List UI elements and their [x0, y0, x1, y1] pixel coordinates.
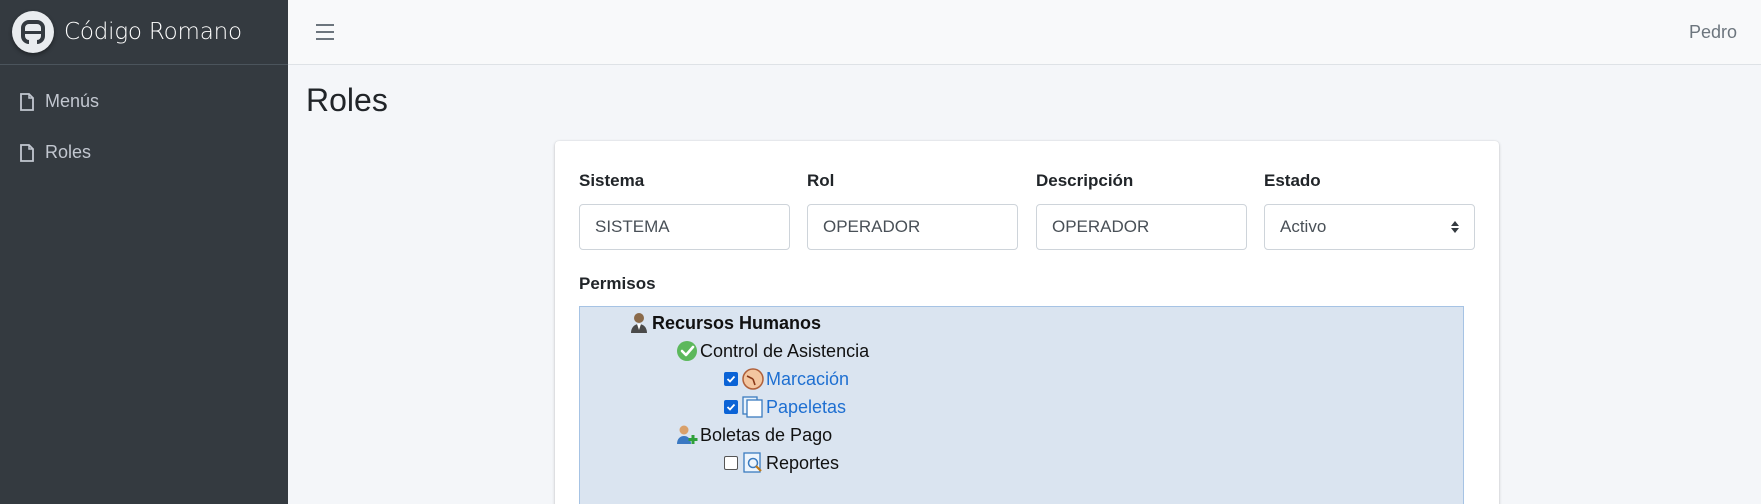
- sidebar-item-label: Roles: [45, 142, 92, 162]
- sistema-label: Sistema: [579, 171, 645, 190]
- papeletas-checkbox[interactable]: [724, 400, 738, 414]
- sidebar-nav: Menús Roles: [0, 65, 288, 178]
- tree-node-label: Reportes: [766, 452, 840, 473]
- estado-label: Estado: [1264, 171, 1321, 190]
- check-circle-icon: [676, 340, 698, 362]
- sistema-input[interactable]: [579, 204, 790, 250]
- rol-input[interactable]: [807, 204, 1018, 250]
- topbar: Pedro: [288, 0, 1761, 65]
- sidebar-item-menus[interactable]: Menús: [0, 76, 288, 127]
- file-icon: [20, 143, 36, 162]
- tree-node-boletas-pago[interactable]: Boletas de Pago: [676, 423, 832, 447]
- permissions-tree: Recursos Humanos Control de Asistencia M…: [579, 306, 1464, 504]
- rol-label: Rol: [807, 171, 835, 190]
- marcacion-checkbox[interactable]: [724, 372, 738, 386]
- sidebar: Código Romano Menús Roles: [0, 0, 288, 504]
- sidebar-item-label: Menús: [45, 91, 100, 111]
- documents-icon: [742, 396, 764, 418]
- user-add-icon: [676, 424, 698, 446]
- tree-node-recursos-humanos[interactable]: Recursos Humanos: [628, 311, 821, 335]
- user-name[interactable]: Pedro: [1689, 22, 1737, 43]
- descripcion-label: Descripción: [1036, 171, 1134, 190]
- tree-node-label: Control de Asistencia: [700, 340, 870, 361]
- sidebar-item-roles[interactable]: Roles: [0, 127, 288, 178]
- tree-node-label: Boletas de Pago: [700, 424, 833, 445]
- estado-select[interactable]: Activo: [1264, 204, 1475, 250]
- page-title: Roles: [306, 82, 388, 118]
- permisos-label: Permisos: [579, 274, 656, 293]
- report-icon: [742, 452, 764, 474]
- clock-icon: [742, 368, 764, 390]
- menu-toggle-icon[interactable]: [316, 24, 334, 40]
- estado-selected-value: Activo: [1280, 217, 1327, 236]
- tree-node-label: Recursos Humanos: [652, 312, 822, 333]
- brand[interactable]: Código Romano: [0, 0, 288, 65]
- file-icon: [20, 92, 36, 111]
- reportes-checkbox[interactable]: [724, 456, 738, 470]
- brand-name: Código Romano: [64, 19, 242, 45]
- tree-node-control-asistencia[interactable]: Control de Asistencia: [676, 339, 869, 363]
- tree-node-reportes[interactable]: Reportes: [724, 451, 839, 475]
- brand-logo-icon: [12, 11, 54, 53]
- role-form-card: Sistema Rol Descripción Estado Activo Pe…: [555, 141, 1499, 504]
- tree-node-label[interactable]: Papeletas: [766, 397, 846, 418]
- tree-node-marcacion[interactable]: Marcación: [724, 367, 849, 391]
- user-icon: [628, 312, 650, 334]
- tree-node-papeletas[interactable]: Papeletas: [724, 395, 846, 419]
- select-arrows-icon: [1451, 221, 1459, 233]
- tree-node-label[interactable]: Marcación: [766, 369, 849, 390]
- descripcion-input[interactable]: [1036, 204, 1247, 250]
